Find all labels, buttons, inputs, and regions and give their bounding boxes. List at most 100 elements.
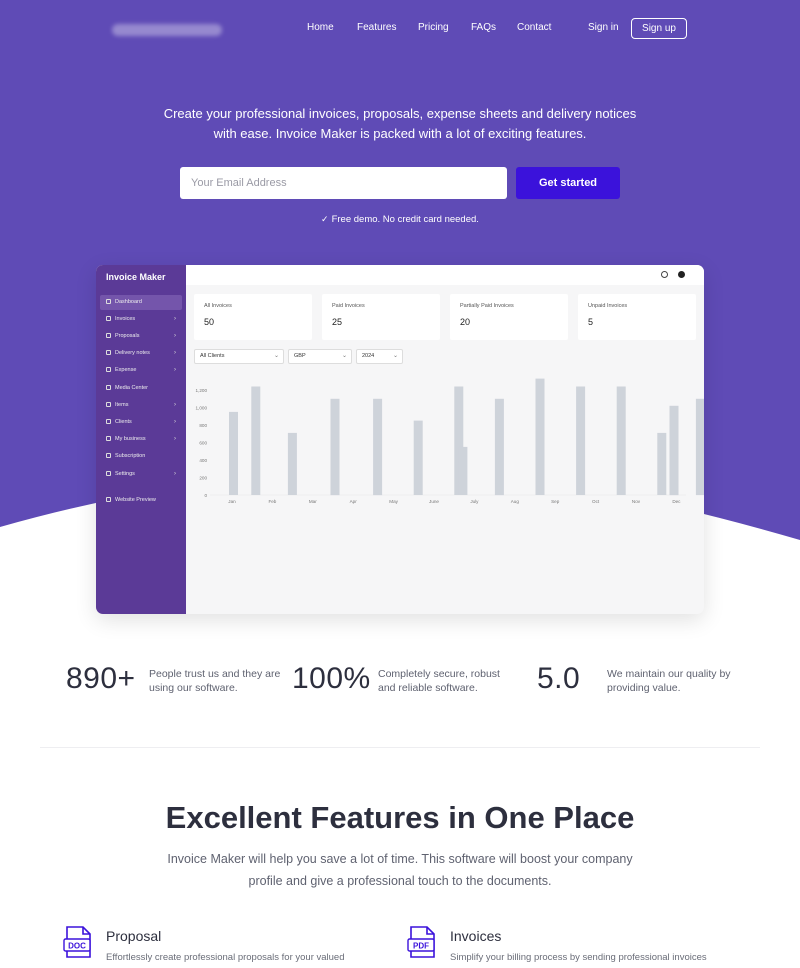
nav-link-contact[interactable]: Contact bbox=[517, 22, 551, 33]
card-all-invoices[interactable]: All Invoices 50 bbox=[194, 294, 312, 340]
chart-bar[interactable] bbox=[413, 420, 423, 495]
sidebar-item-label: Website Preview bbox=[115, 497, 156, 503]
x-tick-label: June bbox=[429, 499, 439, 504]
sidebar-item-media-center[interactable]: Media Center bbox=[100, 381, 182, 396]
x-tick-label: May bbox=[389, 499, 398, 504]
sidebar-item-label: My business bbox=[115, 436, 146, 442]
stat-secure-value: 100% bbox=[292, 662, 371, 695]
dashboard-sidebar: Invoice Maker Dashboard Invoices › Proposal… bbox=[96, 265, 186, 614]
sidebar-item-subscription[interactable]: Subscription bbox=[100, 449, 182, 464]
sidebar-item-items[interactable]: Items › bbox=[100, 398, 182, 413]
top-nav: Home Features Pricing FAQs Contact Sign … bbox=[0, 0, 800, 58]
section-divider bbox=[40, 747, 760, 748]
dashboard-topbar bbox=[186, 265, 704, 285]
card-label: All Invoices bbox=[204, 303, 232, 309]
stat-users-value: 890+ bbox=[66, 662, 136, 695]
sidebar-item-label: Invoices bbox=[115, 316, 136, 322]
features-subtitle: Invoice Maker will help you save a lot o… bbox=[140, 848, 660, 892]
currency-filter-select[interactable]: GBP ⌄ bbox=[288, 349, 352, 364]
chart-bar[interactable] bbox=[657, 432, 667, 495]
stat-users-desc: People trust us and they are using our s… bbox=[149, 668, 281, 694]
sidebar-item-expense[interactable]: Expense › bbox=[100, 363, 182, 378]
card-value: 25 bbox=[332, 317, 343, 327]
client-filter-select[interactable]: All Clients ⌄ bbox=[194, 349, 284, 364]
y-tick-label: 600 bbox=[199, 440, 207, 445]
chart-bar[interactable] bbox=[458, 446, 468, 495]
chart-bar[interactable] bbox=[330, 398, 340, 496]
chart-bar[interactable] bbox=[669, 405, 679, 496]
monthly-bar-chart: 0 200 400 600 800 1,000 1,200 Jan Feb Mar Apr May Ju… bbox=[196, 378, 704, 504]
chart-bar[interactable] bbox=[229, 411, 238, 495]
nav-link-home[interactable]: Home bbox=[307, 22, 334, 33]
x-tick-label: Jan bbox=[228, 499, 236, 504]
chevron-right-icon: › bbox=[174, 333, 176, 339]
x-tick-label: Dec bbox=[672, 499, 681, 504]
sidebar-item-my-business[interactable]: My business › bbox=[100, 432, 182, 447]
sidebar-item-dashboard[interactable]: Dashboard bbox=[100, 295, 182, 310]
brand-logo[interactable] bbox=[112, 24, 222, 36]
chevron-right-icon: › bbox=[174, 316, 176, 322]
feature-proposal-desc: Effortlessly create professional proposa… bbox=[106, 952, 345, 963]
chevron-right-icon: › bbox=[174, 367, 176, 373]
x-tick-label: Apr bbox=[350, 499, 358, 504]
nav-link-faqs[interactable]: FAQs bbox=[471, 22, 496, 33]
sidebar-item-settings[interactable]: Settings › bbox=[100, 467, 182, 482]
x-tick-label: Nov bbox=[632, 499, 641, 504]
sidebar-item-website-preview[interactable]: Website Preview bbox=[100, 493, 182, 508]
sidebar-item-icon bbox=[106, 471, 111, 477]
y-tick-label: 0 bbox=[204, 493, 207, 498]
sidebar-item-clients[interactable]: Clients › bbox=[100, 415, 182, 430]
chevron-right-icon: › bbox=[174, 402, 176, 408]
card-paid-invoices[interactable]: Paid Invoices 25 bbox=[322, 294, 440, 340]
bell-icon[interactable] bbox=[661, 271, 668, 278]
sidebar-item-delivery-notes[interactable]: Delivery notes › bbox=[100, 346, 182, 361]
x-tick-label: Aug bbox=[511, 499, 520, 504]
user-avatar-icon[interactable] bbox=[678, 271, 685, 278]
year-filter-value: 2024 bbox=[362, 353, 375, 359]
chart-bar[interactable] bbox=[695, 398, 704, 496]
hero-line-2: with ease. Invoice Maker is packed with … bbox=[213, 126, 587, 141]
feature-proposal-title: Proposal bbox=[106, 928, 162, 944]
chart-bar[interactable] bbox=[576, 386, 586, 496]
sidebar-item-icon bbox=[106, 367, 111, 373]
sidebar-item-proposals[interactable]: Proposals › bbox=[100, 329, 182, 344]
sign-up-button[interactable]: Sign up bbox=[631, 18, 687, 39]
sidebar-item-label: Settings bbox=[115, 471, 135, 477]
email-input[interactable] bbox=[180, 167, 507, 199]
x-tick-label: July bbox=[470, 499, 479, 504]
x-tick-label: Feb bbox=[268, 499, 276, 504]
sign-in-link[interactable]: Sign in bbox=[588, 22, 619, 33]
card-value: 20 bbox=[460, 317, 471, 327]
chart-bar[interactable] bbox=[373, 398, 383, 496]
sidebar-item-icon bbox=[106, 419, 111, 425]
get-started-button[interactable]: Get started bbox=[516, 167, 620, 199]
feature-invoices-title: Invoices bbox=[450, 928, 502, 944]
year-filter-select[interactable]: 2024 ⌄ bbox=[356, 349, 403, 364]
card-unpaid-invoices[interactable]: Unpaid Invoices 5 bbox=[578, 294, 696, 340]
hero-line-1: Create your professional invoices, propo… bbox=[163, 106, 637, 121]
card-label: Partially Paid Invoices bbox=[460, 303, 514, 309]
sidebar-item-icon bbox=[106, 453, 111, 459]
chart-bar[interactable] bbox=[494, 398, 504, 496]
nav-link-pricing[interactable]: Pricing bbox=[418, 22, 449, 33]
sidebar-item-icon bbox=[106, 333, 111, 339]
sidebar-item-label: Subscription bbox=[115, 453, 146, 459]
sidebar-item-label: Proposals bbox=[115, 333, 140, 339]
chart-bar[interactable] bbox=[251, 386, 261, 496]
hero-description: Create your professional invoices, propo… bbox=[120, 104, 680, 144]
chart-bar[interactable] bbox=[616, 386, 626, 496]
dashboard-preview: Invoice Maker Dashboard Invoices › Proposal… bbox=[96, 265, 704, 614]
nav-link-features[interactable]: Features bbox=[357, 22, 396, 33]
stat-secure-desc: Completely secure, robust and reliable s… bbox=[378, 668, 500, 694]
x-tick-label: Sep bbox=[551, 499, 560, 504]
sidebar-item-invoices[interactable]: Invoices › bbox=[100, 312, 182, 327]
x-tick-label: Mar bbox=[309, 499, 317, 504]
client-filter-value: All Clients bbox=[200, 353, 225, 359]
chart-bar[interactable] bbox=[535, 378, 545, 495]
chevron-down-icon: ⌄ bbox=[273, 353, 279, 359]
chevron-down-icon: ⌄ bbox=[341, 353, 347, 359]
sidebar-item-icon bbox=[106, 436, 111, 442]
card-partially-paid-invoices[interactable]: Partially Paid Invoices 20 bbox=[450, 294, 568, 340]
chart-bar[interactable] bbox=[287, 432, 297, 495]
currency-filter-value: GBP bbox=[294, 353, 306, 359]
